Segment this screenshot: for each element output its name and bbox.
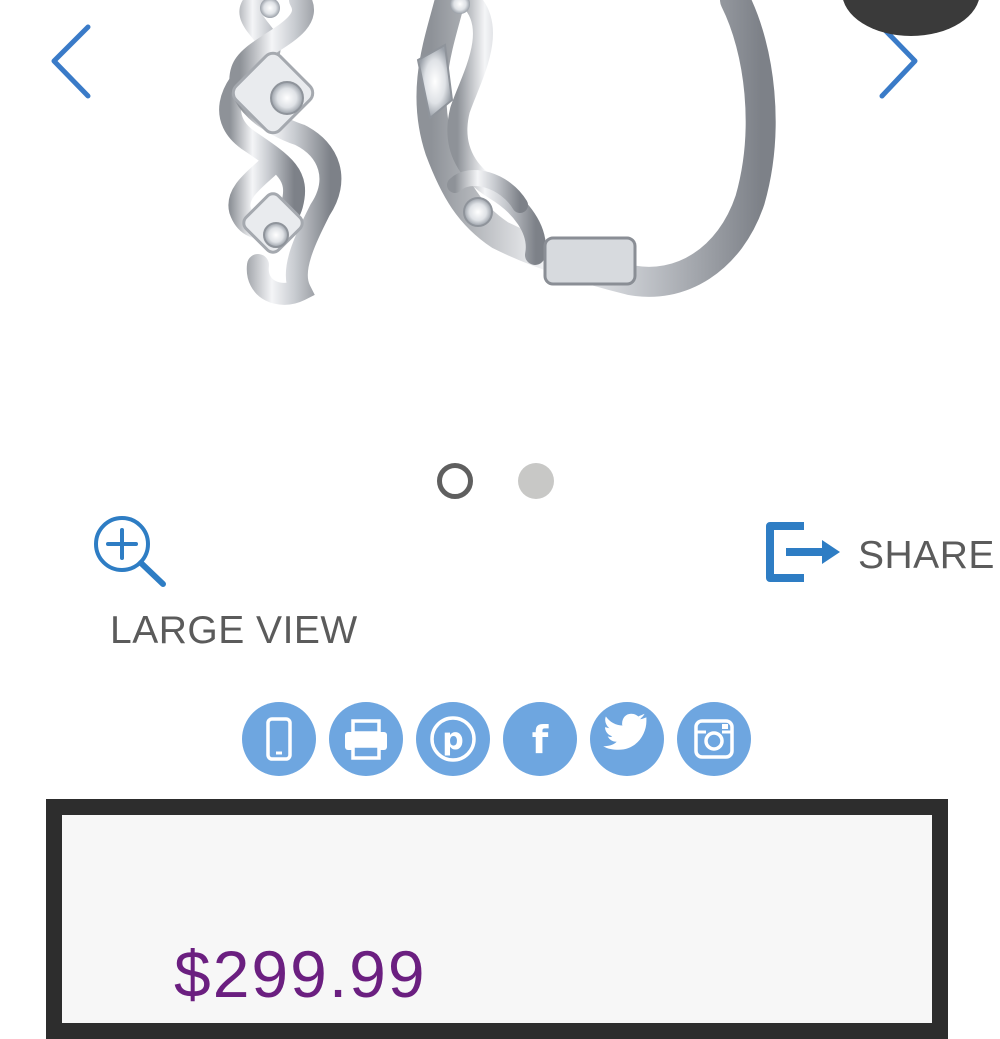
phone-share-button[interactable]	[242, 702, 316, 776]
facebook-icon: f	[531, 718, 549, 762]
zoom-in-icon	[94, 516, 166, 587]
share-button[interactable]: SHARE	[764, 520, 1000, 590]
earring-image	[51, 0, 918, 305]
product-image[interactable]	[0, 0, 1000, 440]
print-button[interactable]	[329, 702, 403, 776]
share-label: SHARE	[858, 534, 995, 577]
pinterest-glyph: p	[442, 722, 464, 757]
twitter-button[interactable]	[590, 702, 664, 776]
price: $299.99	[174, 937, 427, 1011]
chevron-left-icon[interactable]	[51, 24, 91, 99]
large-view-button[interactable]: LARGE VIEW	[90, 512, 360, 652]
twitter-icon	[603, 713, 647, 750]
instagram-icon	[694, 719, 734, 759]
facebook-button[interactable]: f	[503, 702, 577, 776]
phone-icon	[266, 717, 292, 761]
chevron-right-icon[interactable]	[879, 24, 918, 99]
carousel-dot-1[interactable]	[437, 463, 473, 499]
large-view-label: LARGE VIEW	[110, 609, 358, 652]
printer-icon	[345, 719, 387, 760]
earring-front-view	[219, 0, 342, 305]
earring-side-view	[416, 0, 776, 297]
carousel-dot-2[interactable]	[518, 463, 554, 499]
instagram-button[interactable]	[677, 702, 751, 776]
share-export-icon	[766, 522, 840, 582]
pinterest-button[interactable]: p	[416, 702, 490, 776]
